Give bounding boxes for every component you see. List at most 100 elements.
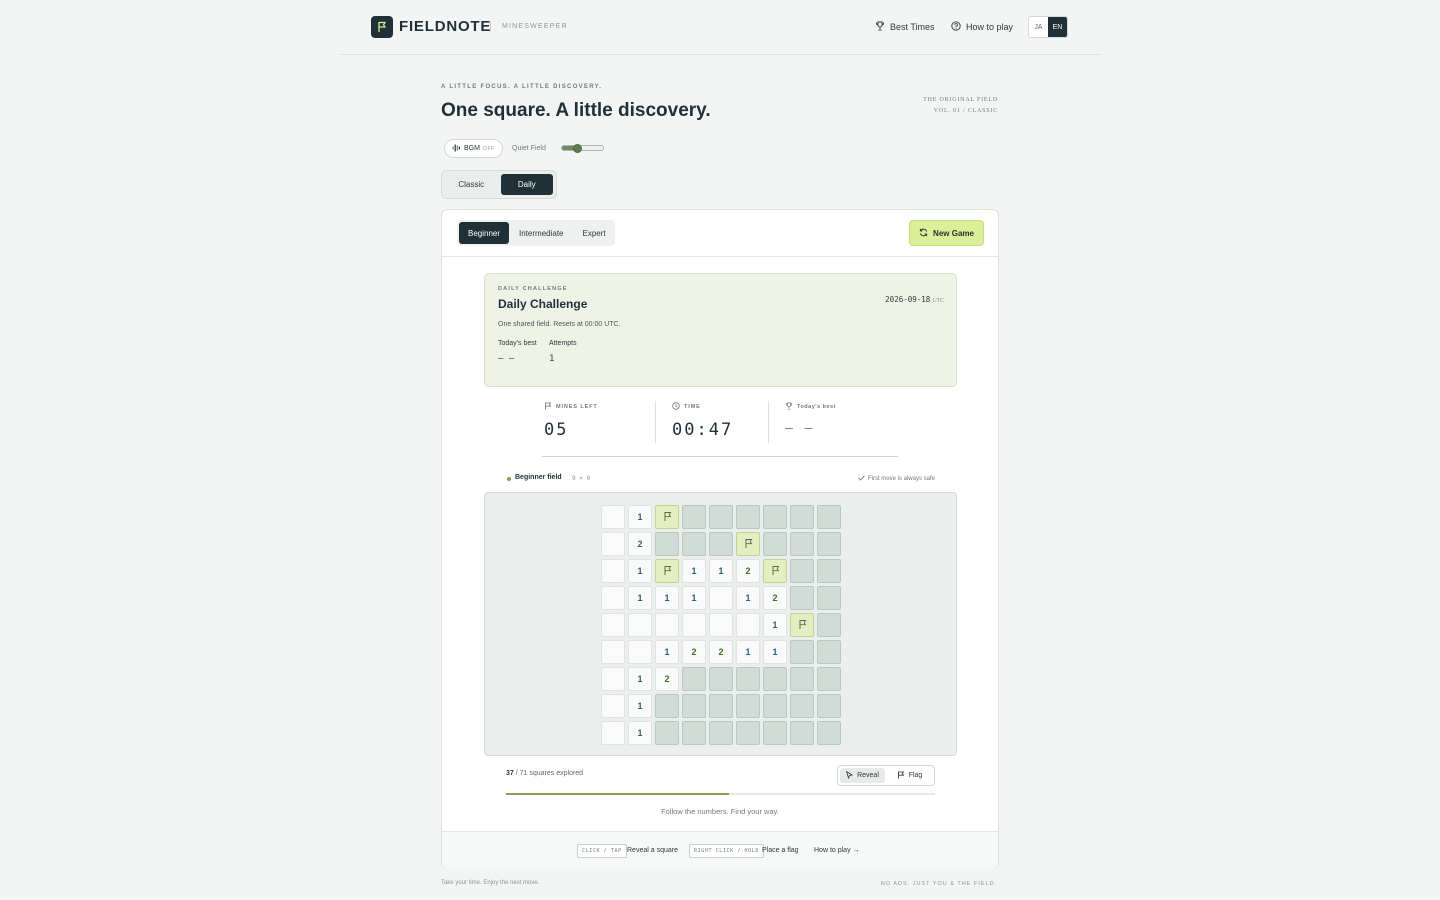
cell-empty[interactable] [736, 613, 760, 637]
cell-hidden[interactable] [655, 721, 679, 745]
cell-number[interactable]: 2 [763, 586, 787, 610]
lang-ja-button[interactable]: JA [1029, 17, 1048, 37]
cell-hidden[interactable] [763, 694, 787, 718]
cell-number[interactable]: 1 [709, 559, 733, 583]
tab-intermediate[interactable]: Intermediate [510, 222, 572, 244]
cell-hidden[interactable] [736, 721, 760, 745]
cell-number[interactable]: 1 [763, 613, 787, 637]
cell-number[interactable]: 1 [736, 586, 760, 610]
cell-flagged[interactable] [655, 505, 679, 529]
cell-number[interactable]: 2 [736, 559, 760, 583]
cell-hidden[interactable] [790, 559, 814, 583]
reveal-tool-button[interactable]: Reveal [840, 768, 885, 783]
cell-hidden[interactable] [790, 640, 814, 664]
cell-hidden[interactable] [709, 721, 733, 745]
cell-number[interactable]: 1 [628, 721, 652, 745]
cell-empty[interactable] [601, 559, 625, 583]
cell-empty[interactable] [655, 613, 679, 637]
cell-hidden[interactable] [817, 559, 841, 583]
cell-hidden[interactable] [790, 532, 814, 556]
tab-expert[interactable]: Expert [574, 222, 615, 244]
volume-slider-handle[interactable] [573, 143, 583, 153]
stats-row: MINES LEFT 05 TIME 00:47 Today's best — … [542, 401, 898, 457]
cell-number[interactable]: 2 [655, 667, 679, 691]
cell-hidden[interactable] [790, 694, 814, 718]
cell-hidden[interactable] [709, 505, 733, 529]
cell-empty[interactable] [601, 721, 625, 745]
how-to-play-link[interactable]: How to play [951, 21, 1013, 33]
cell-flagged[interactable] [736, 532, 760, 556]
best-times-link[interactable]: Best Times [875, 21, 935, 33]
cell-hidden[interactable] [817, 721, 841, 745]
cell-hidden[interactable] [655, 532, 679, 556]
cell-hidden[interactable] [817, 667, 841, 691]
cell-flagged[interactable] [790, 613, 814, 637]
cell-number[interactable]: 1 [628, 694, 652, 718]
cell-hidden[interactable] [763, 505, 787, 529]
cell-hidden[interactable] [763, 532, 787, 556]
cell-hidden[interactable] [790, 721, 814, 745]
cell-number[interactable]: 1 [682, 586, 706, 610]
cell-hidden[interactable] [682, 694, 706, 718]
cell-hidden[interactable] [709, 532, 733, 556]
cell-hidden[interactable] [790, 667, 814, 691]
cell-flagged[interactable] [763, 559, 787, 583]
volume-slider[interactable] [561, 143, 604, 153]
cell-hidden[interactable] [709, 694, 733, 718]
cell-number[interactable]: 1 [655, 640, 679, 664]
cell-flagged[interactable] [655, 559, 679, 583]
cell-number[interactable]: 1 [628, 667, 652, 691]
cell-hidden[interactable] [736, 505, 760, 529]
lang-en-button[interactable]: EN [1048, 17, 1067, 37]
tab-daily[interactable]: Daily [500, 174, 553, 195]
cell-number[interactable]: 1 [655, 586, 679, 610]
cell-number[interactable]: 1 [628, 586, 652, 610]
cell-hidden[interactable] [655, 694, 679, 718]
cell-empty[interactable] [709, 586, 733, 610]
cell-number[interactable]: 1 [682, 559, 706, 583]
tab-beginner[interactable]: Beginner [459, 222, 510, 244]
cell-number[interactable]: 2 [709, 640, 733, 664]
new-game-button[interactable]: New Game [909, 220, 984, 246]
cell-empty[interactable] [601, 640, 625, 664]
cell-hidden[interactable] [682, 505, 706, 529]
cell-hidden[interactable] [763, 721, 787, 745]
cell-hidden[interactable] [736, 667, 760, 691]
cell-empty[interactable] [601, 505, 625, 529]
cell-number[interactable]: 2 [628, 532, 652, 556]
cell-hidden[interactable] [817, 694, 841, 718]
cell-hidden[interactable] [817, 505, 841, 529]
cell-empty[interactable] [682, 613, 706, 637]
logo-flag-icon[interactable] [371, 16, 393, 38]
cell-hidden[interactable] [709, 667, 733, 691]
cell-empty[interactable] [628, 640, 652, 664]
cell-empty[interactable] [601, 586, 625, 610]
cell-number[interactable]: 1 [628, 505, 652, 529]
cell-number[interactable]: 1 [763, 640, 787, 664]
cell-number[interactable]: 2 [682, 640, 706, 664]
cell-empty[interactable] [601, 694, 625, 718]
cell-hidden[interactable] [790, 505, 814, 529]
cell-hidden[interactable] [736, 694, 760, 718]
footer-how-to-play-link[interactable]: How to play → [814, 847, 860, 854]
cell-hidden[interactable] [682, 721, 706, 745]
bgm-toggle[interactable]: BGM OFF [444, 139, 503, 158]
cell-empty[interactable] [601, 667, 625, 691]
cell-hidden[interactable] [817, 586, 841, 610]
cell-number[interactable]: 1 [628, 559, 652, 583]
cell-hidden[interactable] [763, 667, 787, 691]
cell-hidden[interactable] [682, 667, 706, 691]
cell-empty[interactable] [601, 532, 625, 556]
cell-empty[interactable] [628, 613, 652, 637]
flag-tool-button[interactable]: Flag [887, 768, 932, 783]
cell-empty[interactable] [601, 613, 625, 637]
cell-number[interactable]: 1 [736, 640, 760, 664]
tab-classic[interactable]: Classic [445, 174, 498, 195]
cell-hidden[interactable] [817, 613, 841, 637]
cell-empty[interactable] [709, 613, 733, 637]
cell-hidden[interactable] [817, 640, 841, 664]
cell-hidden[interactable] [817, 532, 841, 556]
cell-hidden[interactable] [682, 532, 706, 556]
cell-hidden[interactable] [790, 586, 814, 610]
brand-name[interactable]: FIELDNOTE [399, 18, 491, 35]
